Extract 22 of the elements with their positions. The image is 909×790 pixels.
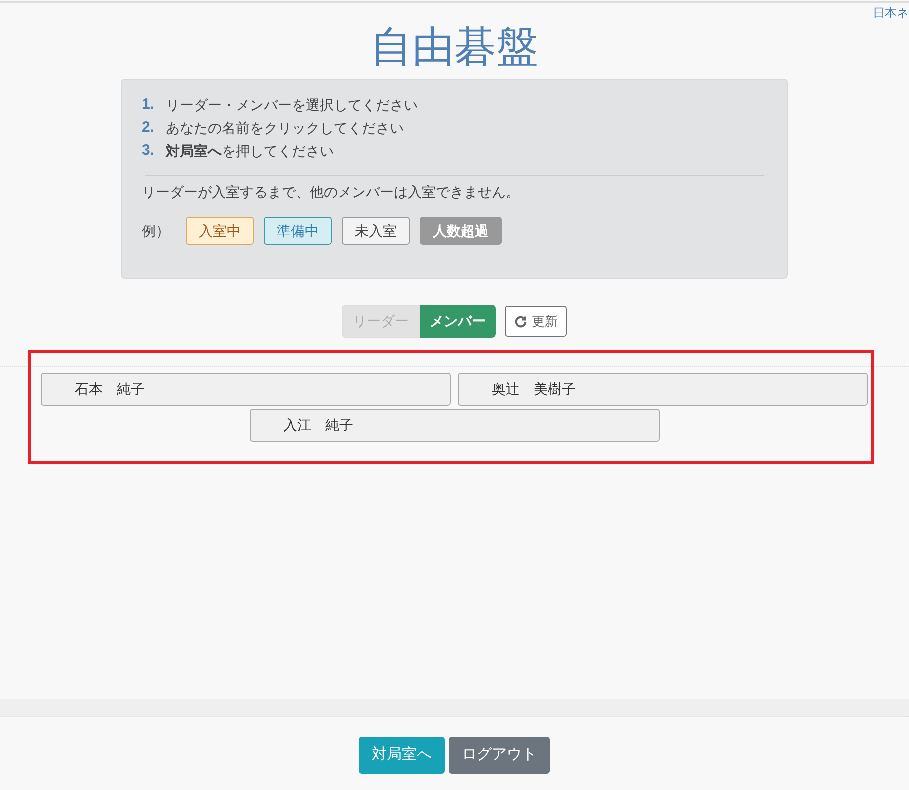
- refresh-icon: [514, 314, 528, 328]
- step-number: 3.: [142, 141, 156, 162]
- page-title: 自由碁盤: [370, 22, 538, 72]
- status-badge: 人数超過: [420, 217, 502, 245]
- step-number: 1.: [142, 95, 156, 116]
- step-text: 対局室へを押してください: [166, 142, 334, 161]
- member-button[interactable]: 奥辻 美樹子: [458, 373, 868, 406]
- footer-button[interactable]: ログアウト: [449, 737, 550, 774]
- status-badge: 未入室: [342, 217, 410, 245]
- legend-label: 例）: [142, 222, 170, 240]
- role-tab[interactable]: メンバー: [420, 305, 496, 338]
- member-button[interactable]: 石本 純子: [41, 373, 451, 406]
- footer-button[interactable]: 対局室へ: [359, 737, 445, 774]
- member-button[interactable]: 入江 純子: [250, 409, 660, 442]
- step-text: あなたの名前をクリックしてください: [166, 119, 404, 138]
- refresh-button[interactable]: 更新: [505, 306, 567, 337]
- step-text: リーダー・メンバーを選択してください: [166, 96, 418, 115]
- status-badge: 準備中: [264, 217, 332, 245]
- language-link[interactable]: 日本ネ: [873, 4, 909, 22]
- status-badge: 入室中: [186, 217, 254, 245]
- note-text: リーダーが入室するまで、他のメンバーは入室できません。: [142, 183, 521, 202]
- step-number: 2.: [142, 118, 156, 138]
